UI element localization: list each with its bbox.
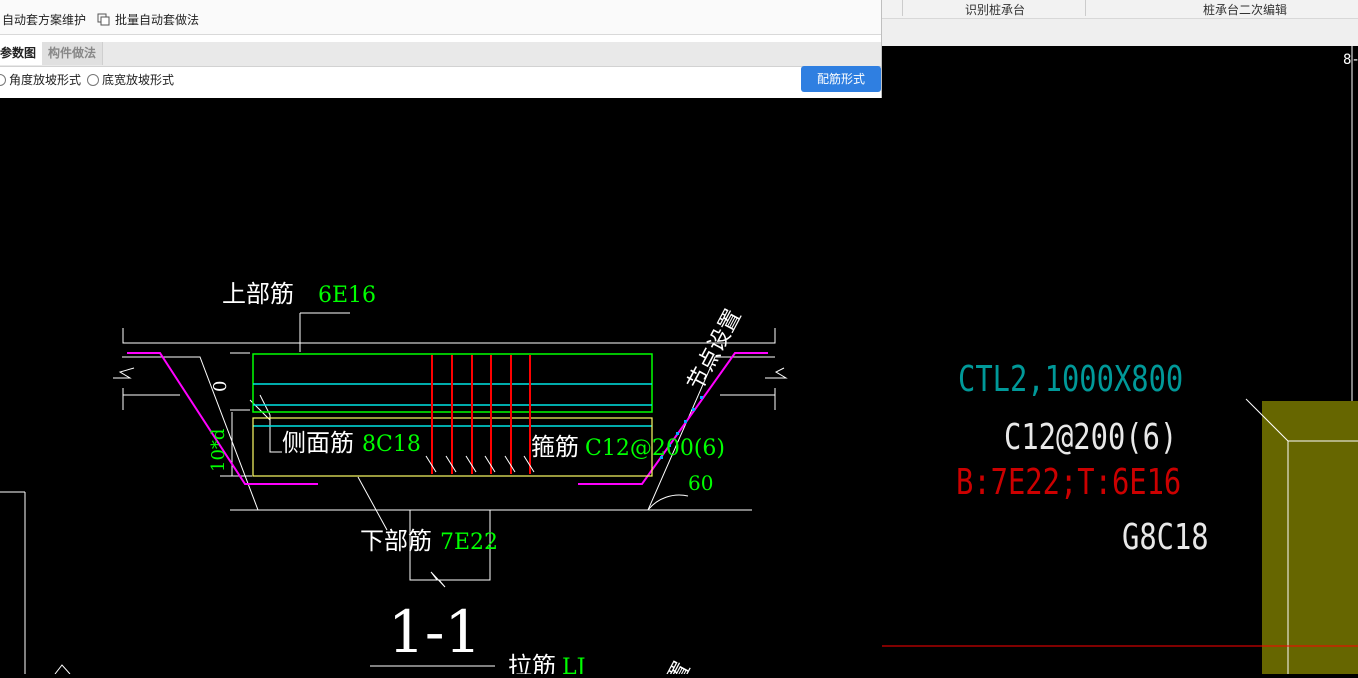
copy-icon	[97, 13, 110, 25]
bottom-width-slope-label: 底宽放坡形式	[102, 73, 175, 87]
batch-auto-method-button[interactable]: 批量自动套做法	[97, 11, 199, 28]
reinforcement-form-button[interactable]: 配筋形式	[801, 66, 881, 92]
cad-ctl-label: CTL2,1000X800	[958, 358, 1183, 400]
radio-circle-icon	[0, 73, 6, 86]
parameter-diagram-canvas: 上部筋 6E16 侧面筋 8C18 箍筋 C12@200(6) 下部筋 7E22…	[0, 98, 881, 678]
parameter-diagram: 上部筋 6E16 侧面筋 8C18 箍筋 C12@200(6) 下部筋 7E22…	[0, 98, 881, 678]
pile-cap-block[interactable]	[1262, 401, 1358, 674]
right-toolbar: 识别桩承台 桩承台二次编辑	[882, 0, 1358, 19]
toolbar-divider	[902, 0, 903, 16]
reinforcement-dialog: 自动套方案维护 批量自动套做法 参数图 构件做法 角度放坡形式 底宽放坡形式 配…	[0, 0, 882, 98]
bottom-bar-label: 下部筋	[360, 527, 432, 555]
identify-pile-cap-button[interactable]: 识别桩承台	[965, 1, 1025, 18]
radio-circle-icon	[87, 73, 99, 86]
cad-side-label: G8C18	[1122, 516, 1209, 558]
toolbar-divider	[1085, 0, 1086, 16]
dialog-tabs: 参数图 构件做法	[0, 42, 881, 67]
pile-cap-secondary-edit-button[interactable]: 桩承台二次编辑	[1203, 1, 1287, 18]
slope-angle-value: 60	[688, 471, 713, 495]
stirrup-value: C12@200(6)	[585, 436, 725, 461]
zero-dimension: 0	[210, 381, 231, 392]
tab-component-method[interactable]: 构件做法	[42, 42, 104, 65]
cad-corner-label: 8-	[1343, 52, 1358, 68]
tie-bar-value: LJ	[562, 655, 585, 674]
right-tab-strip	[882, 19, 1358, 46]
cad-drawing-canvas[interactable]: 8- CTL2,1000X800 C12@200(6) B:7E22;T:6E1…	[882, 46, 1358, 674]
tie-bar-label: 拉筋	[508, 652, 556, 674]
tab-param-diagram[interactable]: 参数图	[0, 42, 44, 65]
top-bar-value: 6E16	[318, 283, 376, 308]
bottom-bar-value: 7E22	[440, 530, 498, 555]
side-bar-label: 侧面筋	[282, 429, 354, 457]
auto-scheme-maintenance-button[interactable]: 自动套方案维护	[2, 11, 86, 28]
stirrup-label: 箍筋	[531, 433, 579, 461]
angle-slope-label: 角度放坡形式	[9, 73, 82, 87]
slope-form-options: 角度放坡形式 底宽放坡形式	[0, 66, 881, 98]
cad-rebar-label: B:7E22;T:6E16	[956, 461, 1181, 503]
cad-stirrup-label: C12@200(6)	[1004, 416, 1177, 458]
bottom-width-slope-radio[interactable]: 底宽放坡形式	[87, 71, 174, 88]
side-bar-value: 8C18	[362, 432, 421, 457]
angle-slope-radio[interactable]: 角度放坡形式	[0, 71, 81, 88]
anchorage-length-label: 10*d	[208, 429, 229, 472]
batch-auto-method-label: 批量自动套做法	[115, 13, 200, 27]
top-bar-label: 上部筋	[222, 280, 294, 308]
cad-drawing: 8- CTL2,1000X800 C12@200(6) B:7E22;T:6E1…	[882, 46, 1358, 674]
section-label: 1-1	[388, 598, 481, 666]
dialog-toolbar: 自动套方案维护 批量自动套做法	[0, 0, 881, 35]
